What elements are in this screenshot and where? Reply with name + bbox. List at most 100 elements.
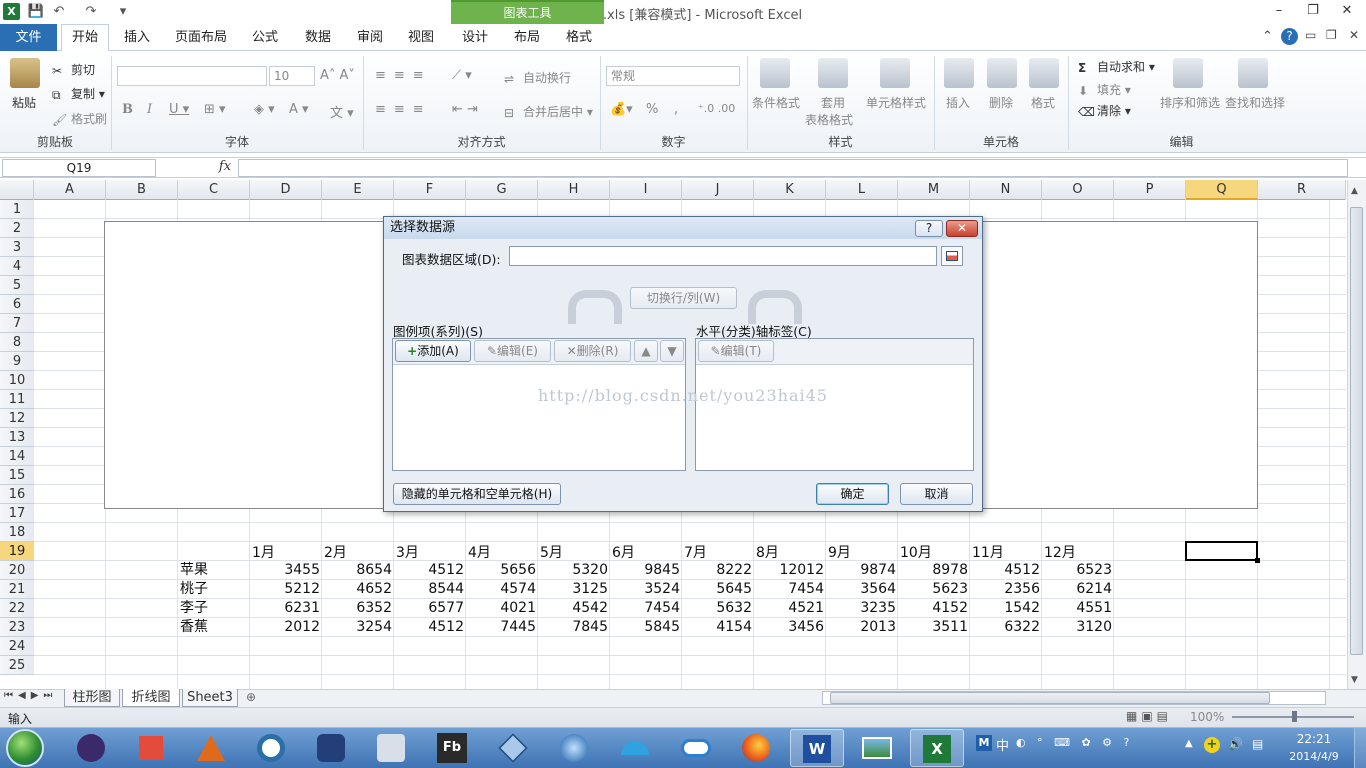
value-cell[interactable]: 4512 bbox=[970, 561, 1042, 580]
tab-insert[interactable]: 插入 bbox=[115, 24, 159, 51]
font-name-combo[interactable] bbox=[117, 66, 267, 86]
value-cell[interactable]: 6322 bbox=[970, 618, 1042, 637]
value-cell[interactable]: 3455 bbox=[250, 561, 322, 580]
column-header-m[interactable]: M bbox=[898, 180, 970, 200]
active-cell-q19[interactable] bbox=[1185, 541, 1260, 563]
row-header-3[interactable]: 3 bbox=[0, 238, 34, 257]
column-header-f[interactable]: F bbox=[394, 180, 466, 200]
value-cell[interactable]: 8654 bbox=[322, 561, 394, 580]
row-header-9[interactable]: 9 bbox=[0, 352, 34, 371]
percent-icon[interactable]: % bbox=[646, 102, 658, 117]
edit-series-button[interactable]: ✎编辑(E) bbox=[474, 340, 551, 362]
grow-font-icon[interactable]: A˄ A˅ bbox=[320, 68, 355, 83]
column-header-o[interactable]: O bbox=[1042, 180, 1114, 200]
dialog-help-button[interactable]: ? bbox=[915, 220, 943, 237]
zoom-slider-thumb[interactable] bbox=[1292, 711, 1297, 722]
row-header-17[interactable]: 17 bbox=[0, 504, 34, 523]
tab-view[interactable]: 视图 bbox=[399, 24, 443, 51]
cell-styles-button[interactable]: 单元格样式 bbox=[866, 94, 926, 111]
value-cell[interactable]: 4542 bbox=[538, 599, 610, 618]
ok-button[interactable]: 确定 bbox=[816, 483, 889, 505]
fill-color-icon[interactable]: ◈ ▾ bbox=[254, 102, 275, 117]
merge-center-button[interactable]: ⊟ 合并后居中 ▾ bbox=[504, 103, 593, 120]
word-icon[interactable]: W bbox=[790, 729, 844, 767]
settings-app-icon[interactable] bbox=[244, 729, 298, 767]
remove-series-button[interactable]: ✕删除(R) bbox=[554, 340, 631, 362]
start-button-icon[interactable] bbox=[6, 729, 44, 767]
fill-button[interactable]: ⬇ 填充 ▾ bbox=[1078, 81, 1131, 98]
select-all-corner[interactable] bbox=[0, 180, 34, 200]
value-cell[interactable]: 4652 bbox=[322, 580, 394, 599]
tab-page-layout[interactable]: 页面布局 bbox=[170, 24, 232, 51]
value-cell[interactable]: 3524 bbox=[610, 580, 682, 599]
underline-icon[interactable]: U ▾ bbox=[169, 102, 189, 117]
column-header-n[interactable]: N bbox=[970, 180, 1042, 200]
sheet-tab-line-chart[interactable]: 折线图 bbox=[122, 689, 180, 707]
photo-viewer-icon[interactable] bbox=[850, 729, 904, 767]
ime-toolbar-icons[interactable]: ◐ ° ⌨ ✿ ⚙ ? bbox=[1016, 736, 1133, 749]
row-header-6[interactable]: 6 bbox=[0, 295, 34, 314]
value-cell[interactable]: 9874 bbox=[826, 561, 898, 580]
media-player-icon[interactable] bbox=[547, 729, 601, 767]
tab-home[interactable]: 开始 bbox=[61, 24, 109, 52]
tab-format[interactable]: 格式 bbox=[557, 24, 601, 51]
matlab-icon[interactable] bbox=[184, 729, 238, 767]
clock-time[interactable]: 22:21 bbox=[1286, 732, 1342, 746]
value-cell[interactable]: 3254 bbox=[322, 618, 394, 637]
hidden-empty-cells-button[interactable]: 隐藏的单元格和空单元格(H) bbox=[393, 483, 561, 505]
value-cell[interactable]: 5632 bbox=[682, 599, 754, 618]
row-header-1[interactable]: 1 bbox=[0, 200, 34, 219]
doc-restore-icon[interactable]: ❐ bbox=[1326, 28, 1337, 42]
series-name-cell[interactable]: 李子 bbox=[180, 599, 252, 618]
minimize-icon[interactable]: – bbox=[1262, 0, 1296, 22]
scroll-down-icon[interactable]: ▼ bbox=[1351, 675, 1358, 685]
doc-minimize-icon[interactable]: ▭ bbox=[1305, 28, 1316, 42]
value-cell[interactable]: 6214 bbox=[1042, 580, 1114, 599]
restore-icon[interactable]: ❐ bbox=[1296, 0, 1330, 22]
value-cell[interactable]: 8222 bbox=[682, 561, 754, 580]
help-icon[interactable]: ? bbox=[1281, 28, 1298, 45]
paste-button[interactable]: 粘贴 bbox=[12, 94, 36, 111]
value-cell[interactable]: 5645 bbox=[682, 580, 754, 599]
horizontal-scroll-thumb[interactable] bbox=[830, 692, 1270, 704]
column-header-r[interactable]: R bbox=[1258, 180, 1346, 200]
row-header-19[interactable]: 19 bbox=[0, 542, 34, 561]
value-cell[interactable]: 3125 bbox=[538, 580, 610, 599]
column-header-e[interactable]: E bbox=[322, 180, 394, 200]
clear-button[interactable]: ⌫ 清除 ▾ bbox=[1078, 102, 1131, 119]
row-header-8[interactable]: 8 bbox=[0, 333, 34, 352]
show-desktop-button[interactable] bbox=[1354, 728, 1366, 768]
tray-expand-icon[interactable]: ▲ bbox=[1185, 738, 1193, 749]
row-header-11[interactable]: 11 bbox=[0, 390, 34, 409]
autosum-button[interactable]: Σ 自动求和 ▾ bbox=[1078, 58, 1155, 75]
add-series-button[interactable]: +添加(A) bbox=[395, 340, 471, 362]
value-cell[interactable]: 5656 bbox=[466, 561, 538, 580]
chart-range-input[interactable] bbox=[509, 246, 937, 266]
row-header-16[interactable]: 16 bbox=[0, 485, 34, 504]
value-cell[interactable]: 7454 bbox=[754, 580, 826, 599]
vertical-scroll-thumb[interactable] bbox=[1350, 207, 1363, 655]
dialog-close-button[interactable]: ✕ bbox=[946, 220, 978, 237]
value-cell[interactable]: 6577 bbox=[394, 599, 466, 618]
orientation-icon[interactable]: ⟋ ▾ bbox=[452, 68, 472, 83]
row-header-4[interactable]: 4 bbox=[0, 257, 34, 276]
vertical-align-icons[interactable]: ≡≡≡ bbox=[375, 68, 432, 83]
volume-icon[interactable]: 🔊 bbox=[1228, 737, 1243, 751]
row-header-23[interactable]: 23 bbox=[0, 618, 34, 637]
value-cell[interactable]: 3564 bbox=[826, 580, 898, 599]
column-header-c[interactable]: C bbox=[178, 180, 250, 200]
value-cell[interactable]: 4521 bbox=[754, 599, 826, 618]
row-header-12[interactable]: 12 bbox=[0, 409, 34, 428]
sort-filter-button[interactable]: 排序和筛选 bbox=[1160, 94, 1220, 111]
row-header-13[interactable]: 13 bbox=[0, 428, 34, 447]
value-cell[interactable]: 8978 bbox=[898, 561, 970, 580]
clock-date[interactable]: 2014/4/9 bbox=[1280, 750, 1348, 763]
sheet-tab-bar-chart[interactable]: 柱形图 bbox=[64, 689, 120, 707]
indent-icons[interactable]: ⇤ ⇥ bbox=[452, 102, 478, 117]
row-header-10[interactable]: 10 bbox=[0, 371, 34, 390]
switch-row-column-button[interactable]: 切换行/列(W) bbox=[630, 287, 737, 309]
value-cell[interactable]: 3235 bbox=[826, 599, 898, 618]
row-header-18[interactable]: 18 bbox=[0, 523, 34, 542]
series-name-cell[interactable]: 香蕉 bbox=[180, 618, 252, 637]
column-header-g[interactable]: G bbox=[466, 180, 538, 200]
